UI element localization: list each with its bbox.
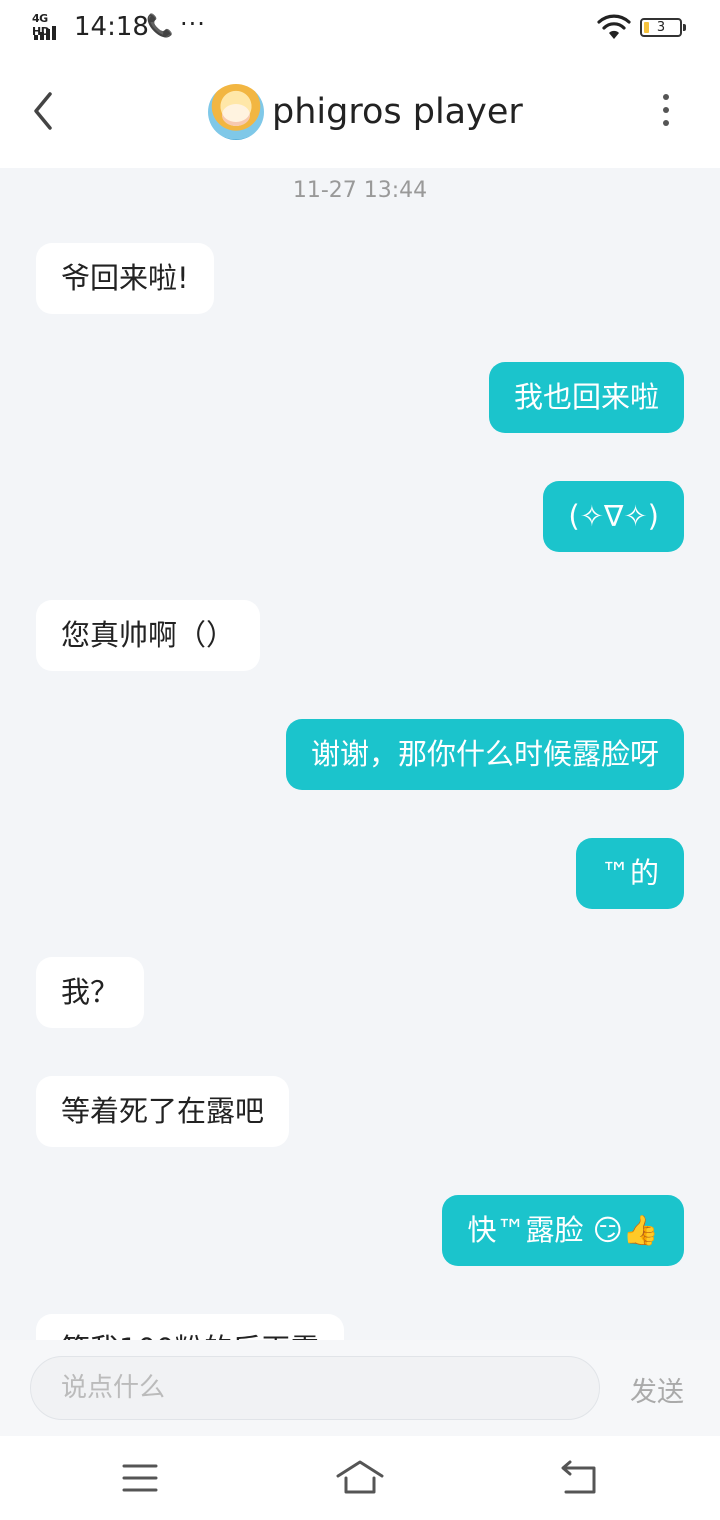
avatar[interactable] [208,84,264,140]
message-timestamp: 11-27 13:44 [292,178,428,203]
more-options-button[interactable] [656,94,676,134]
wifi-icon [597,14,631,44]
message-bubble-received[interactable]: 等我100粉的后再露 [36,1314,345,1340]
status-bar: 4G HD 14:18 📞 ··· 3 [0,0,720,56]
home-icon [336,1460,384,1494]
message-bubble-sent[interactable]: 快™露脸 😏👍 [442,1195,684,1266]
more-vertical-icon [663,94,669,100]
menu-icon [122,1464,158,1492]
message-bubble-received[interactable]: 爷回来啦! [36,243,214,314]
clock: 14:18 [74,12,149,42]
back-nav-button[interactable] [550,1454,610,1502]
back-button[interactable] [24,86,64,136]
message-composer: 发送 [0,1340,720,1436]
message-bubble-sent[interactable]: ™的 [575,838,684,909]
message-bubble-received[interactable]: 您真帅啊（） [36,600,261,671]
battery-icon: 3 [640,18,686,37]
message-bubble-sent[interactable]: 我也回来啦 [488,362,684,433]
message-bubble-sent[interactable]: (✧∇✧) [543,481,684,552]
message-bubble-received[interactable]: 等着死了在露吧 [36,1076,290,1147]
chevron-left-icon [34,92,52,130]
battery-level: 3 [656,20,666,35]
message-bubble-received[interactable]: 我？ [36,957,145,1028]
message-input[interactable] [30,1356,600,1420]
home-button[interactable] [330,1454,390,1502]
chat-messages[interactable]: 11-27 13:44 爷回来啦! 我也回来啦 (✧∇✧) 您真帅啊（） 谢谢，… [0,168,720,1340]
menu-button[interactable] [110,1454,170,1502]
system-navigation-bar [0,1436,720,1520]
message-bubble-sent[interactable]: 谢谢，那你什么时候露脸呀 [285,719,684,790]
cellular-signal-icon: 4G HD [32,12,66,42]
page-title: phigros player [272,92,523,132]
notification-more-icon: ··· [180,10,206,38]
chat-header: phigros player [0,56,720,168]
return-icon [561,1460,596,1494]
phone-call-icon: 📞 [146,14,174,39]
send-button[interactable]: 发送 [630,1370,684,1409]
